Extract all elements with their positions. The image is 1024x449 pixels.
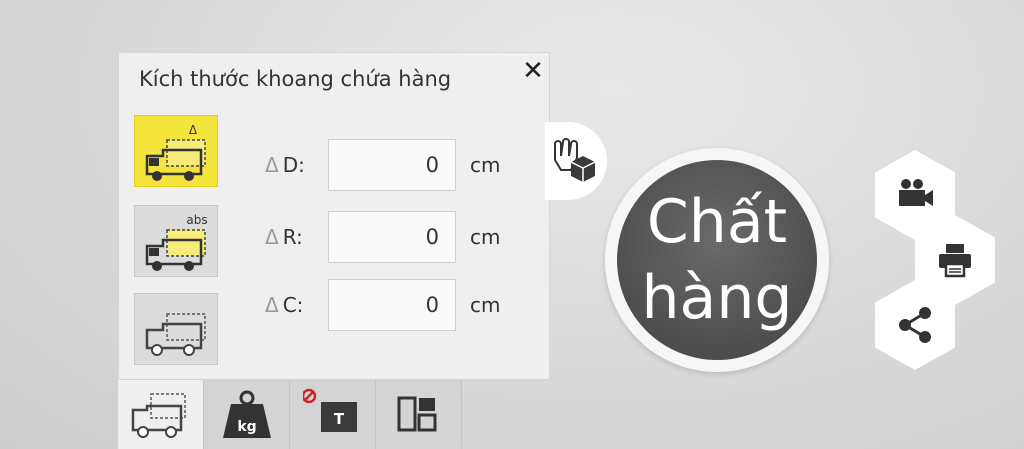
- weight-kg-icon: kg: [223, 390, 271, 438]
- truck-abs-icon: abs: [145, 213, 208, 271]
- unit-d: cm: [470, 153, 501, 177]
- delta-icon: Δ: [265, 153, 279, 177]
- truck-abs-badge: abs: [186, 213, 207, 227]
- tab-layout[interactable]: [376, 380, 462, 449]
- truck-outline-icon: [145, 313, 206, 356]
- load-button-line1: Chất: [646, 187, 788, 257]
- load-cargo-button[interactable]: Chất hàng: [605, 148, 829, 372]
- mode-outline-button[interactable]: [134, 293, 218, 365]
- truck-delta-icon: Δ: [145, 123, 206, 181]
- print-icon: [939, 244, 971, 278]
- no-stack-label: T: [334, 410, 345, 428]
- cargo-dimension-panel: Kích thước khoang chứa hàng ✕ Δ abs Δ D:…: [118, 52, 550, 380]
- share-icon: [899, 307, 931, 343]
- delta-icon: Δ: [265, 225, 279, 249]
- tab-weight[interactable]: kg: [204, 380, 290, 449]
- unit-r: cm: [470, 225, 501, 249]
- weight-label: kg: [237, 419, 256, 435]
- c-input[interactable]: [328, 279, 456, 331]
- move-cargo-button[interactable]: [545, 122, 607, 200]
- r-input[interactable]: [328, 211, 456, 263]
- field-label-c: C:: [282, 293, 304, 317]
- camera-icon: [899, 179, 933, 206]
- delta-icon: Δ: [265, 293, 279, 317]
- hand-box-icon: [554, 138, 596, 182]
- d-input[interactable]: [328, 139, 456, 191]
- field-label-d: D:: [282, 153, 305, 177]
- tab-dimensions[interactable]: [118, 380, 204, 449]
- load-button-line2: hàng: [641, 263, 793, 333]
- truck-delta-badge: Δ: [189, 123, 198, 137]
- field-label-r: R:: [282, 225, 303, 249]
- layout-icon: [397, 396, 437, 432]
- tab-no-stack[interactable]: T: [290, 380, 376, 449]
- unit-c: cm: [470, 293, 501, 317]
- mode-abs-button[interactable]: abs: [134, 205, 218, 277]
- panel-title: Kích thước khoang chứa hàng: [139, 67, 452, 91]
- close-button[interactable]: ✕: [519, 57, 547, 85]
- no-stack-icon: T: [303, 388, 357, 432]
- truck-dimensions-icon: [131, 393, 186, 438]
- mode-delta-button[interactable]: Δ: [134, 115, 218, 187]
- panel-tabs: kg T: [118, 380, 464, 449]
